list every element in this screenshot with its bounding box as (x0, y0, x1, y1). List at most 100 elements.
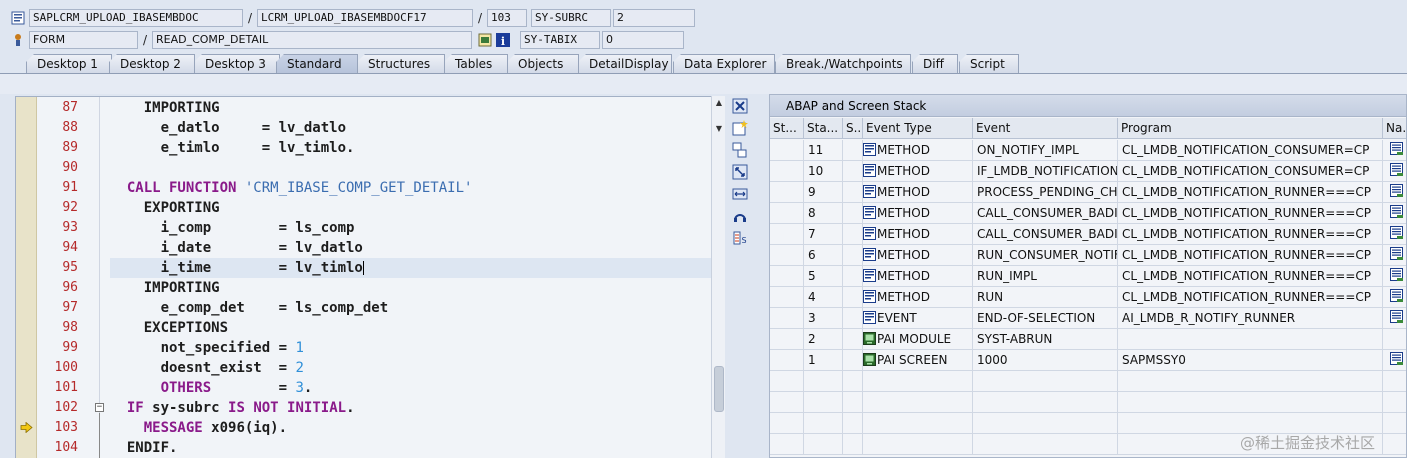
sysfield-label-subrc[interactable]: SY-SUBRC (531, 9, 611, 27)
event-cell: CALL_CONSUMER_BADIS (973, 224, 1118, 244)
program-field[interactable]: SAPLCRM_UPLOAD_IBASEMBDOC (29, 9, 243, 27)
scroll-thumb[interactable] (714, 366, 724, 412)
include-field[interactable]: LCRM_UPLOAD_IBASEMBDOCF17 (257, 9, 473, 27)
close-tool-icon[interactable] (732, 98, 748, 114)
tab-break-watchpoints[interactable]: Break./Watchpoints (775, 54, 911, 73)
column-header-s[interactable]: S... (843, 118, 863, 139)
code-line-current[interactable]: 103 MESSAGE x096(iq). (16, 418, 711, 438)
resize-tool-icon[interactable] (732, 186, 748, 202)
event-type-cell: PAI SCREEN (863, 350, 973, 370)
code-line[interactable]: 94 i_date = lv_datlo (16, 238, 711, 258)
maximize-tool-icon[interactable] (732, 164, 748, 180)
tab-script[interactable]: Script (959, 54, 1019, 73)
tab-diff[interactable]: Diff (912, 54, 958, 73)
stack-row[interactable]: 11 METHOD ON_NOTIFY_IMPL CL_LMDB_NOTIFICATI… (770, 140, 1406, 161)
column-header-event-type[interactable]: Event Type (863, 118, 973, 139)
navigate-to-source-icon[interactable] (1390, 205, 1403, 218)
column-header-navigate[interactable]: Na... (1383, 118, 1406, 139)
info-icon[interactable]: i (496, 33, 510, 47)
code-text: EXPORTING (110, 200, 220, 216)
code-line[interactable]: 87 IMPORTING (16, 98, 711, 118)
stack-row[interactable]: 7 METHOD CALL_CONSUMER_BADIS CL_LMDB_NOTIFI… (770, 224, 1406, 245)
column-header-event[interactable]: Event (973, 118, 1118, 139)
editor-scrollbar[interactable]: ▲ ▼ (711, 96, 725, 458)
tab-standard[interactable]: Standard (276, 54, 358, 73)
event-name-field[interactable]: READ_COMP_DETAIL (152, 31, 472, 49)
code-line[interactable]: 88 e_datlo = lv_datlo (16, 118, 711, 138)
navigate-to-source-icon[interactable] (1390, 268, 1403, 281)
code-line[interactable]: 104 ENDIF. (16, 438, 711, 458)
stack-level-cell: 10 (804, 161, 843, 181)
code-line[interactable]: 97 e_comp_det = ls_comp_det (16, 298, 711, 318)
tab-detaildisplay[interactable]: DetailDisplay (578, 54, 672, 73)
sysfield-label-tabix[interactable]: SY-TABIX (520, 31, 600, 49)
code-line[interactable]: 101 OTHERS = 3. (16, 378, 711, 398)
stack-row[interactable]: 8 METHOD CALL_CONSUMER_BADIS...CL_LMDB_NOT… (770, 203, 1406, 224)
navigate-to-source-icon[interactable] (1390, 226, 1403, 239)
stack-st-cell (770, 203, 804, 223)
stack-row[interactable]: 10 METHOD IF_LMDB_NOTIFICATION... CL_LMDB_N… (770, 161, 1406, 182)
navigate-to-source-icon[interactable] (1390, 247, 1403, 260)
navigate-to-source-icon[interactable] (1390, 289, 1403, 302)
line-number: 97 (62, 300, 78, 315)
event-icon (863, 310, 876, 324)
tab-desktop-1[interactable]: Desktop 1 (26, 54, 112, 73)
event-type-field[interactable]: FORM (29, 31, 138, 49)
new-tool-icon[interactable] (732, 120, 748, 136)
stack-row[interactable]: 6 METHOD RUN_CONSUMER_NOTIFI...CL_LMDB_NOT… (770, 245, 1406, 266)
code-line[interactable]: 92 EXPORTING (16, 198, 711, 218)
tab-tables[interactable]: Tables (444, 54, 508, 73)
code-line[interactable]: 89 e_timlo = lv_timlo. (16, 138, 711, 158)
scroll-down-icon[interactable]: ▼ (714, 124, 724, 134)
code-line[interactable]: 93 i_comp = ls_comp (16, 218, 711, 238)
empty-cell (1383, 392, 1406, 412)
swap-tool-icon[interactable] (732, 142, 748, 158)
source-code-editor[interactable]: 87 IMPORTING 88 e_datlo = lv_datlo 89 e_… (15, 96, 711, 458)
tab-objects[interactable]: Objects (507, 54, 579, 73)
code-line[interactable]: 91 CALL FUNCTION 'CRM_IBASE_COMP_GET_DET… (16, 178, 711, 198)
navigate-to-source-icon[interactable] (1390, 310, 1403, 323)
navigate-to-source-icon[interactable] (1390, 352, 1403, 365)
column-header-stack-level[interactable]: Sta... (804, 118, 843, 139)
stack-row[interactable]: 9 METHOD PROCESS_PENDING_CHA...CL_LMDB_NOT… (770, 182, 1406, 203)
tab-desktop-2[interactable]: Desktop 2 (109, 54, 195, 73)
program-cell: CL_LMDB_NOTIFICATION_RUNNER===CP (1118, 203, 1383, 223)
debugger-header: SAPLCRM_UPLOAD_IBASEMBDOC / LCRM_UPLOAD_… (0, 0, 1407, 56)
sysfield-value-tabix[interactable]: 0 (602, 31, 684, 49)
event-cell: SYST-ABRUN (973, 329, 1118, 349)
navigate-to-source-icon[interactable] (1390, 163, 1403, 176)
fold-toggle-icon[interactable]: − (95, 403, 104, 412)
tab-desktop-3[interactable]: Desktop 3 (194, 54, 280, 73)
stack-row[interactable]: 5 METHOD RUN_IMPL CL_LMDB_NOTIFICATION_RUNN… (770, 266, 1406, 287)
stack-row[interactable]: 4 METHOD RUN CL_LMDB_NOTIFICATION_RUNNER===… (770, 287, 1406, 308)
stack-row[interactable]: 2 PAI MODULE SYST-ABRUN (770, 329, 1406, 350)
code-line[interactable]: − 102 IF sy-subrc IS NOT INITIAL. (16, 398, 711, 418)
current-statement-arrow-icon (20, 421, 33, 436)
stack-title: ABAP and Screen Stack (770, 95, 1406, 117)
method-icon (863, 205, 876, 219)
scroll-up-icon[interactable]: ▲ (714, 98, 724, 108)
column-header-program[interactable]: Program (1118, 118, 1383, 139)
event-cell: RUN (973, 287, 1118, 307)
navigate-to-source-icon[interactable] (1390, 184, 1403, 197)
sysfield-value-subrc[interactable]: 2 (613, 9, 695, 27)
column-header-st[interactable]: St... (770, 118, 804, 139)
service-tool-icon[interactable] (732, 208, 748, 224)
stack-row[interactable]: 3 EVENT END-OF-SELECTION AI_LMDB_R_NOTIFY_R… (770, 308, 1406, 329)
code-line[interactable]: 96 IMPORTING (16, 278, 711, 298)
line-field[interactable]: 103 (487, 9, 527, 27)
code-line-cursor[interactable]: 95 i_time = lv_timlo (16, 258, 711, 278)
navigate-to-source-icon[interactable] (1390, 142, 1403, 155)
tab-structures[interactable]: Structures (357, 54, 445, 73)
code-line[interactable]: 100 doesnt_exist = 2 (16, 358, 711, 378)
code-line[interactable]: 90 (16, 158, 711, 178)
stack-row[interactable]: 1 PAI SCREEN 1000 SAPMSSY0 (770, 350, 1406, 371)
tab-data-explorer[interactable]: Data Explorer (673, 54, 775, 73)
method-icon (863, 268, 876, 282)
settings-tool-icon[interactable]: S (732, 230, 748, 246)
navigate-cell (1383, 224, 1406, 244)
navigate-icon[interactable] (478, 33, 492, 47)
event-type-text: PAI MODULE (877, 332, 952, 346)
code-line[interactable]: 99 not_specified = 1 (16, 338, 711, 358)
code-line[interactable]: 98 EXCEPTIONS (16, 318, 711, 338)
